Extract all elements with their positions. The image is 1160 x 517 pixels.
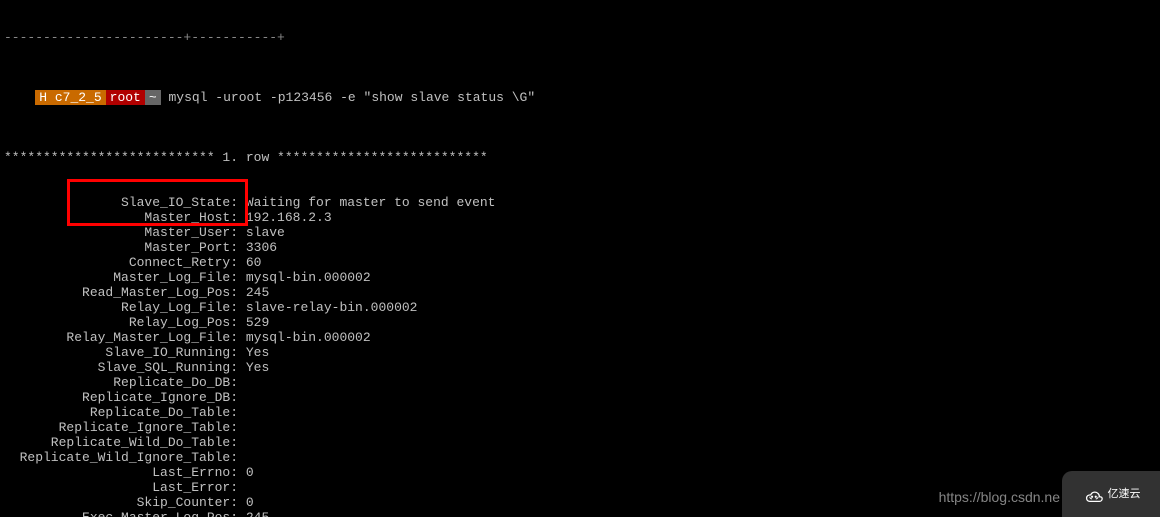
cloud-icon bbox=[1082, 485, 1104, 503]
terminal-output[interactable]: -----------------------+-----------+ H c… bbox=[0, 0, 1160, 517]
status-field-row: Slave_IO_State: Waiting for master to se… bbox=[4, 195, 1156, 210]
status-field-row: Replicate_Do_DB: bbox=[4, 375, 1156, 390]
status-field-row: Exec_Master_Log_Pos: 245 bbox=[4, 510, 1156, 517]
prompt-cwd: ~ bbox=[145, 90, 161, 105]
status-field-row: Connect_Retry: 60 bbox=[4, 255, 1156, 270]
status-field-row: Replicate_Ignore_Table: bbox=[4, 420, 1156, 435]
status-field-row: Replicate_Wild_Do_Table: bbox=[4, 435, 1156, 450]
prompt-user: root bbox=[106, 90, 145, 105]
watermark-text: https://blog.csdn.ne bbox=[939, 490, 1060, 505]
status-field-row: Replicate_Do_Table: bbox=[4, 405, 1156, 420]
status-field-row: Slave_SQL_Running: Yes bbox=[4, 360, 1156, 375]
status-field-row: Master_Log_File: mysql-bin.000002 bbox=[4, 270, 1156, 285]
status-field-row: Master_Host: 192.168.2.3 bbox=[4, 210, 1156, 225]
status-field-row: Replicate_Ignore_DB: bbox=[4, 390, 1156, 405]
status-field-row: Replicate_Wild_Ignore_Table: bbox=[4, 450, 1156, 465]
status-field-row: Master_User: slave bbox=[4, 225, 1156, 240]
status-field-row: Slave_IO_Running: Yes bbox=[4, 345, 1156, 360]
status-fields: Slave_IO_State: Waiting for master to se… bbox=[4, 195, 1156, 517]
status-field-row: Read_Master_Log_Pos: 245 bbox=[4, 285, 1156, 300]
prompt-line: H c7_2_5root~ mysql -uroot -p123456 -e "… bbox=[4, 75, 1156, 120]
prompt-host: H c7_2_5 bbox=[35, 90, 105, 105]
status-field-row: Relay_Log_File: slave-relay-bin.000002 bbox=[4, 300, 1156, 315]
row-header: *************************** 1. row *****… bbox=[4, 150, 1156, 165]
logo-text: 亿速云 bbox=[1108, 487, 1141, 502]
status-field-row: Relay_Log_Pos: 529 bbox=[4, 315, 1156, 330]
prompt-command: mysql -uroot -p123456 -e "show slave sta… bbox=[169, 90, 536, 105]
border-line: -----------------------+-----------+ bbox=[4, 30, 1156, 45]
logo-badge: 亿速云 bbox=[1062, 471, 1160, 517]
status-field-row: Relay_Master_Log_File: mysql-bin.000002 bbox=[4, 330, 1156, 345]
status-field-row: Master_Port: 3306 bbox=[4, 240, 1156, 255]
status-field-row: Last_Errno: 0 bbox=[4, 465, 1156, 480]
